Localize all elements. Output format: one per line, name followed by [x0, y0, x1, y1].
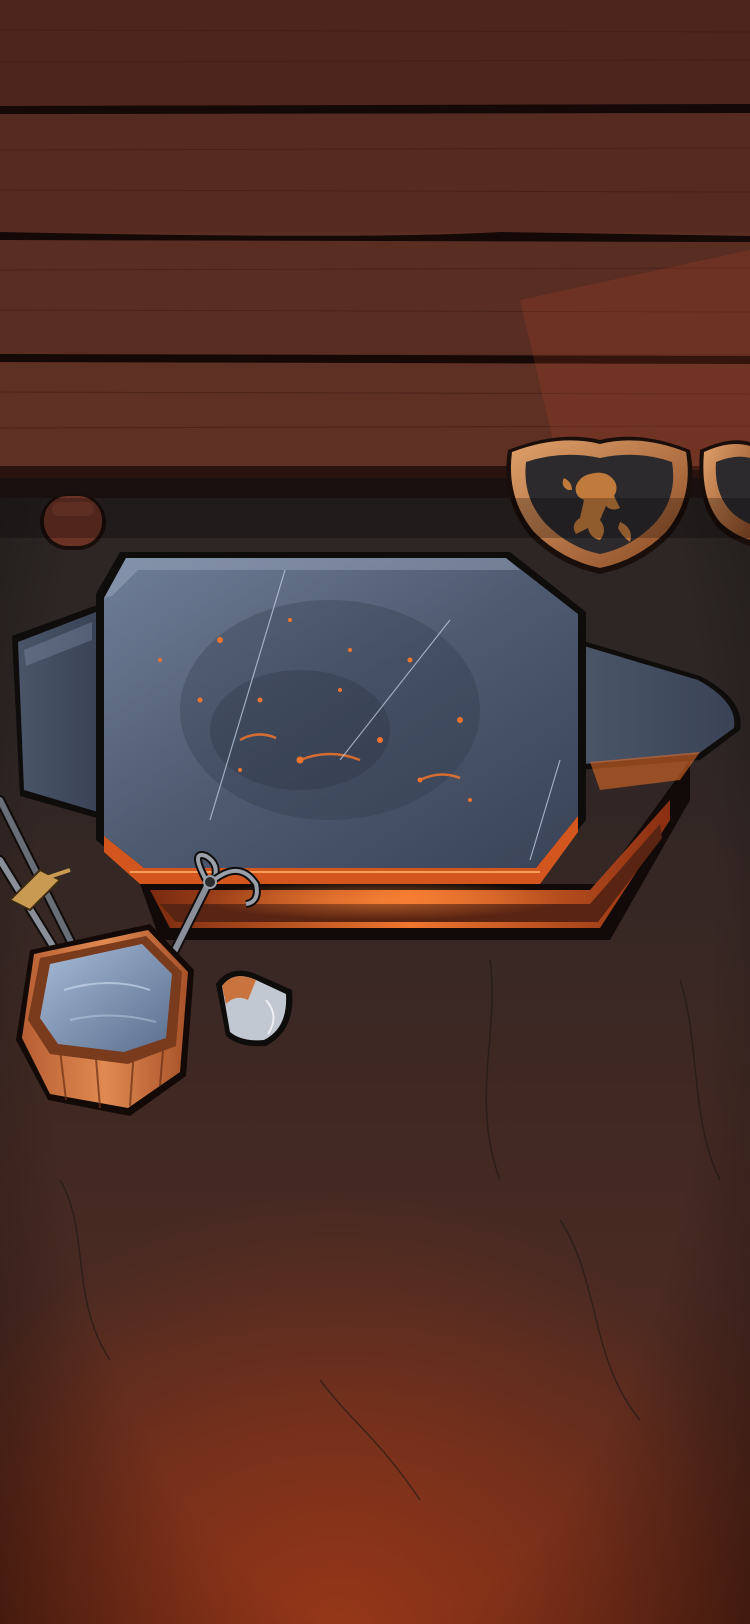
water-bucket[interactable] [16, 924, 194, 1116]
wooden-wall-shelf [0, 0, 750, 498]
forge-scene [0, 0, 750, 1624]
